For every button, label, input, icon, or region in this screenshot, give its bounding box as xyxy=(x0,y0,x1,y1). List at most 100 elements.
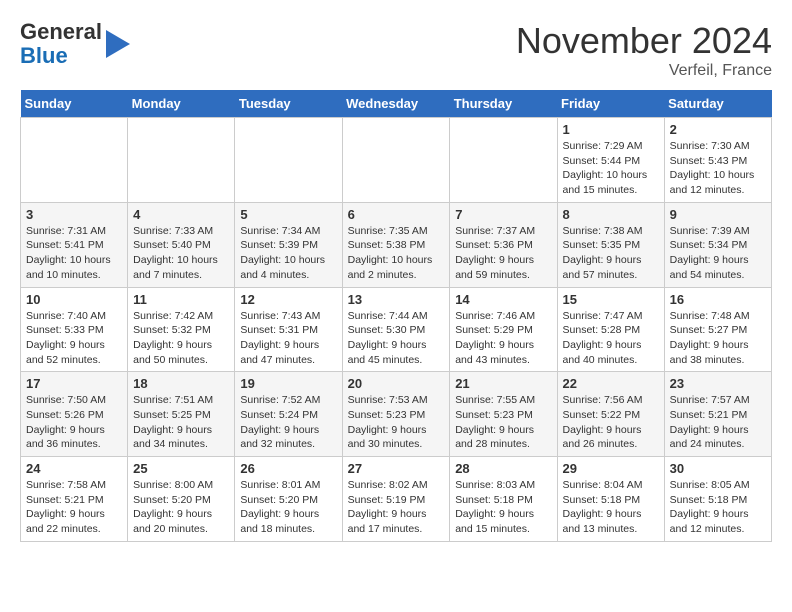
day-number: 2 xyxy=(670,122,766,137)
title-block: November 2024 Verfeil, France xyxy=(516,20,772,80)
table-row: 7 Sunrise: 7:37 AM Sunset: 5:36 PM Daylig… xyxy=(450,202,557,287)
table-row: 15 Sunrise: 7:47 AM Sunset: 5:28 PM Dayli… xyxy=(557,287,664,372)
month-title: November 2024 xyxy=(516,20,772,62)
calendar-table: Sunday Monday Tuesday Wednesday Thursday… xyxy=(20,90,772,542)
calendar-header-row: Sunday Monday Tuesday Wednesday Thursday… xyxy=(21,90,772,118)
day-number: 27 xyxy=(348,461,445,476)
calendar-week-row: 10 Sunrise: 7:40 AM Sunset: 5:33 PM Dayli… xyxy=(21,287,772,372)
day-info: Sunrise: 7:37 AM Sunset: 5:36 PM Dayligh… xyxy=(455,224,551,283)
day-number: 24 xyxy=(26,461,122,476)
day-info: Sunrise: 8:03 AM Sunset: 5:18 PM Dayligh… xyxy=(455,478,551,537)
day-info: Sunrise: 7:35 AM Sunset: 5:38 PM Dayligh… xyxy=(348,224,445,283)
logo-icon xyxy=(106,30,130,58)
day-number: 11 xyxy=(133,292,229,307)
day-number: 8 xyxy=(563,207,659,222)
day-number: 13 xyxy=(348,292,445,307)
table-row: 5 Sunrise: 7:34 AM Sunset: 5:39 PM Daylig… xyxy=(235,202,342,287)
table-row xyxy=(342,118,450,203)
day-number: 6 xyxy=(348,207,445,222)
table-row: 18 Sunrise: 7:51 AM Sunset: 5:25 PM Dayli… xyxy=(128,372,235,457)
logo-blue: Blue xyxy=(20,43,68,68)
day-number: 9 xyxy=(670,207,766,222)
table-row: 6 Sunrise: 7:35 AM Sunset: 5:38 PM Daylig… xyxy=(342,202,450,287)
day-info: Sunrise: 7:46 AM Sunset: 5:29 PM Dayligh… xyxy=(455,309,551,368)
calendar-week-row: 3 Sunrise: 7:31 AM Sunset: 5:41 PM Daylig… xyxy=(21,202,772,287)
day-info: Sunrise: 7:52 AM Sunset: 5:24 PM Dayligh… xyxy=(240,393,336,452)
day-info: Sunrise: 7:53 AM Sunset: 5:23 PM Dayligh… xyxy=(348,393,445,452)
table-row: 20 Sunrise: 7:53 AM Sunset: 5:23 PM Dayli… xyxy=(342,372,450,457)
day-info: Sunrise: 7:48 AM Sunset: 5:27 PM Dayligh… xyxy=(670,309,766,368)
table-row: 8Sunrise: 7:38 AM Sunset: 5:35 PM Daylig… xyxy=(557,202,664,287)
header-sunday: Sunday xyxy=(21,90,128,118)
day-info: Sunrise: 7:31 AM Sunset: 5:41 PM Dayligh… xyxy=(26,224,122,283)
day-number: 1 xyxy=(563,122,659,137)
day-number: 10 xyxy=(26,292,122,307)
header-monday: Monday xyxy=(128,90,235,118)
location: Verfeil, France xyxy=(516,62,772,80)
header-tuesday: Tuesday xyxy=(235,90,342,118)
table-row: 2Sunrise: 7:30 AM Sunset: 5:43 PM Daylig… xyxy=(664,118,771,203)
table-row: 25 Sunrise: 8:00 AM Sunset: 5:20 PM Dayli… xyxy=(128,457,235,542)
day-info: Sunrise: 7:44 AM Sunset: 5:30 PM Dayligh… xyxy=(348,309,445,368)
table-row xyxy=(21,118,128,203)
table-row: 10 Sunrise: 7:40 AM Sunset: 5:33 PM Dayli… xyxy=(21,287,128,372)
table-row: 13 Sunrise: 7:44 AM Sunset: 5:30 PM Dayli… xyxy=(342,287,450,372)
header-wednesday: Wednesday xyxy=(342,90,450,118)
header-friday: Friday xyxy=(557,90,664,118)
header-thursday: Thursday xyxy=(450,90,557,118)
day-number: 30 xyxy=(670,461,766,476)
day-number: 7 xyxy=(455,207,551,222)
day-number: 15 xyxy=(563,292,659,307)
day-info: Sunrise: 7:50 AM Sunset: 5:26 PM Dayligh… xyxy=(26,393,122,452)
table-row: 16 Sunrise: 7:48 AM Sunset: 5:27 PM Dayli… xyxy=(664,287,771,372)
day-info: Sunrise: 8:00 AM Sunset: 5:20 PM Dayligh… xyxy=(133,478,229,537)
day-number: 18 xyxy=(133,376,229,391)
day-info: Sunrise: 7:29 AM Sunset: 5:44 PM Dayligh… xyxy=(563,139,659,198)
day-number: 26 xyxy=(240,461,336,476)
day-number: 21 xyxy=(455,376,551,391)
day-info: Sunrise: 7:33 AM Sunset: 5:40 PM Dayligh… xyxy=(133,224,229,283)
day-number: 29 xyxy=(563,461,659,476)
calendar-week-row: 24 Sunrise: 7:58 AM Sunset: 5:21 PM Dayli… xyxy=(21,457,772,542)
table-row: 14Sunrise: 7:46 AM Sunset: 5:29 PM Dayli… xyxy=(450,287,557,372)
day-number: 22 xyxy=(563,376,659,391)
table-row: 12Sunrise: 7:43 AM Sunset: 5:31 PM Dayli… xyxy=(235,287,342,372)
day-number: 3 xyxy=(26,207,122,222)
day-info: Sunrise: 7:51 AM Sunset: 5:25 PM Dayligh… xyxy=(133,393,229,452)
table-row: 4 Sunrise: 7:33 AM Sunset: 5:40 PM Daylig… xyxy=(128,202,235,287)
day-info: Sunrise: 7:40 AM Sunset: 5:33 PM Dayligh… xyxy=(26,309,122,368)
day-info: Sunrise: 8:04 AM Sunset: 5:18 PM Dayligh… xyxy=(563,478,659,537)
day-number: 16 xyxy=(670,292,766,307)
calendar-week-row: 17Sunrise: 7:50 AM Sunset: 5:26 PM Dayli… xyxy=(21,372,772,457)
day-info: Sunrise: 7:39 AM Sunset: 5:34 PM Dayligh… xyxy=(670,224,766,283)
day-number: 20 xyxy=(348,376,445,391)
table-row: 3 Sunrise: 7:31 AM Sunset: 5:41 PM Daylig… xyxy=(21,202,128,287)
day-info: Sunrise: 7:42 AM Sunset: 5:32 PM Dayligh… xyxy=(133,309,229,368)
day-info: Sunrise: 7:47 AM Sunset: 5:28 PM Dayligh… xyxy=(563,309,659,368)
day-number: 4 xyxy=(133,207,229,222)
table-row: 9 Sunrise: 7:39 AM Sunset: 5:34 PM Daylig… xyxy=(664,202,771,287)
table-row: 21Sunrise: 7:55 AM Sunset: 5:23 PM Dayli… xyxy=(450,372,557,457)
day-number: 28 xyxy=(455,461,551,476)
table-row: 11 Sunrise: 7:42 AM Sunset: 5:32 PM Dayli… xyxy=(128,287,235,372)
day-number: 5 xyxy=(240,207,336,222)
table-row: 28 Sunrise: 8:03 AM Sunset: 5:18 PM Dayli… xyxy=(450,457,557,542)
day-number: 25 xyxy=(133,461,229,476)
table-row: 1 Sunrise: 7:29 AM Sunset: 5:44 PM Daylig… xyxy=(557,118,664,203)
table-row: 26Sunrise: 8:01 AM Sunset: 5:20 PM Dayli… xyxy=(235,457,342,542)
day-info: Sunrise: 7:34 AM Sunset: 5:39 PM Dayligh… xyxy=(240,224,336,283)
table-row: 27Sunrise: 8:02 AM Sunset: 5:19 PM Dayli… xyxy=(342,457,450,542)
table-row xyxy=(450,118,557,203)
table-row: 22Sunrise: 7:56 AM Sunset: 5:22 PM Dayli… xyxy=(557,372,664,457)
header-saturday: Saturday xyxy=(664,90,771,118)
table-row: 29 Sunrise: 8:04 AM Sunset: 5:18 PM Dayli… xyxy=(557,457,664,542)
day-info: Sunrise: 7:58 AM Sunset: 5:21 PM Dayligh… xyxy=(26,478,122,537)
page-header: General Blue November 2024 Verfeil, Fran… xyxy=(20,20,772,80)
table-row xyxy=(128,118,235,203)
logo: General Blue xyxy=(20,20,130,68)
table-row xyxy=(235,118,342,203)
day-number: 12 xyxy=(240,292,336,307)
table-row: 30Sunrise: 8:05 AM Sunset: 5:18 PM Dayli… xyxy=(664,457,771,542)
day-number: 19 xyxy=(240,376,336,391)
day-number: 23 xyxy=(670,376,766,391)
